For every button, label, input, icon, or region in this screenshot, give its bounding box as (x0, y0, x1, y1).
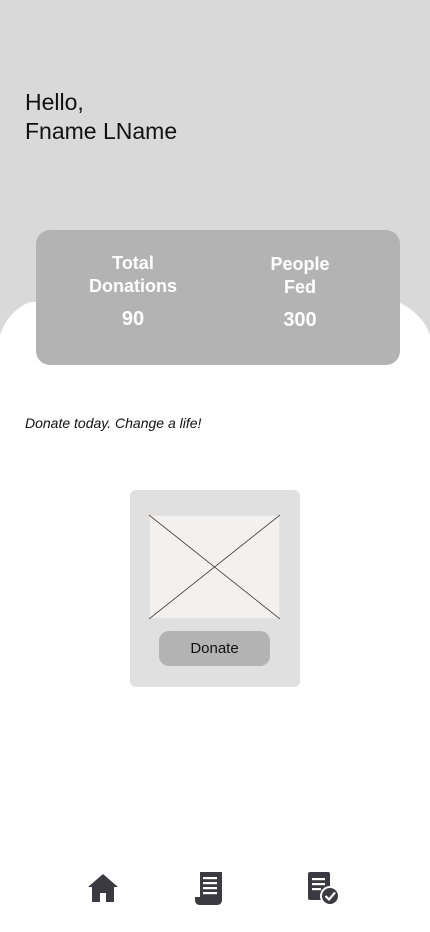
stat-label: People Fed (270, 254, 330, 297)
stat-total-donations: Total Donations 90 (58, 252, 208, 331)
report-check-icon (308, 872, 340, 906)
stat-value: 90 (121, 308, 145, 330)
greeting-hello: Hello, (25, 89, 84, 115)
home-icon (88, 874, 118, 902)
receipt-icon (195, 872, 222, 905)
nav-home[interactable] (83, 868, 123, 908)
image-placeholder (149, 515, 280, 619)
stat-value: 300 (283, 309, 317, 331)
greeting: Hello, Fname LName (25, 88, 177, 146)
tagline: Donate today. Change a life! (25, 415, 202, 431)
stats-card: Total Donations 90 People Fed 300 (36, 230, 400, 365)
nav-receipt[interactable] (189, 868, 229, 908)
stat-people-fed: People Fed 300 (225, 253, 375, 332)
nav-report[interactable] (303, 868, 343, 908)
stat-label: Total Donations (89, 253, 177, 296)
donate-button[interactable]: Donate (159, 631, 270, 666)
bottom-nav (0, 860, 430, 920)
greeting-user-name: Fname LName (25, 118, 178, 144)
donate-card: Donate (130, 490, 300, 687)
